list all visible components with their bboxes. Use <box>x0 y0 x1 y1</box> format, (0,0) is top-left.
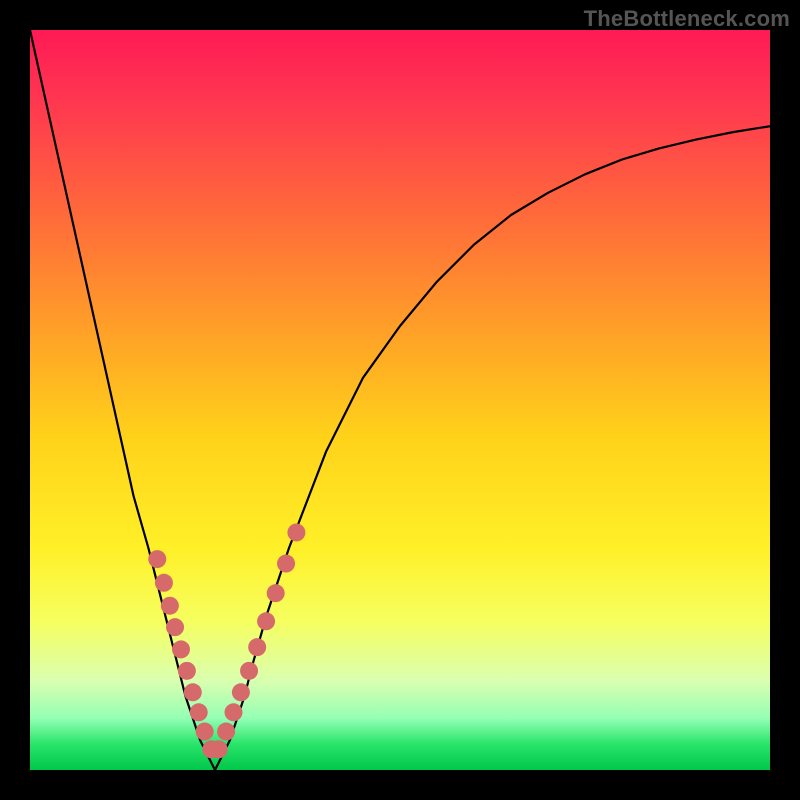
gpu-point <box>178 662 196 680</box>
gpu-point <box>225 703 243 721</box>
chart-svg <box>30 30 770 770</box>
gpu-point <box>166 618 184 636</box>
gpu-point <box>267 584 285 602</box>
gpu-point <box>155 574 173 592</box>
gpu-point <box>210 740 228 758</box>
gpu-point <box>190 703 208 721</box>
watermark-text: TheBottleneck.com <box>584 6 790 32</box>
gpu-point <box>232 683 250 701</box>
gpu-point <box>277 555 295 573</box>
gpu-point <box>161 597 179 615</box>
gpu-point <box>148 550 166 568</box>
plot-area <box>30 30 770 770</box>
gpu-point <box>196 723 214 741</box>
gradient-background <box>30 30 770 770</box>
chart-frame: TheBottleneck.com <box>0 0 800 800</box>
gpu-point <box>184 683 202 701</box>
gpu-point <box>257 612 275 630</box>
gpu-point <box>287 523 305 541</box>
gpu-point <box>217 723 235 741</box>
gpu-point <box>248 638 266 656</box>
gpu-point <box>172 640 190 658</box>
gpu-point <box>240 662 258 680</box>
